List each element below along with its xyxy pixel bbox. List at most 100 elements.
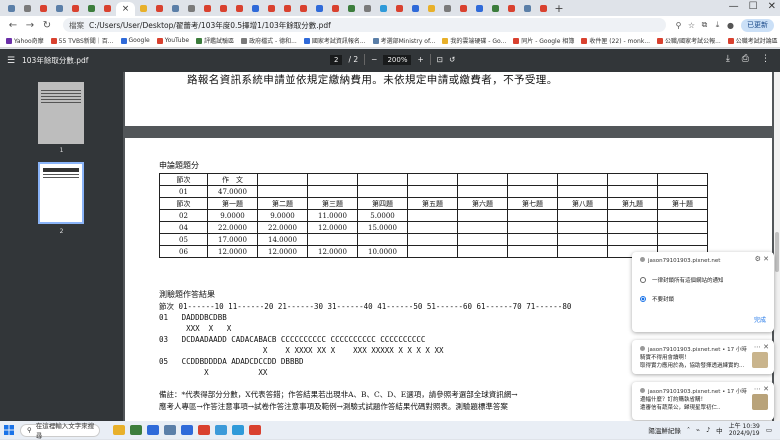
done-button[interactable]: 完成 [754,315,766,324]
zoom-input[interactable]: 200% [383,54,412,65]
bookmark-item[interactable]: 公職/國家考試公報... [657,36,721,45]
browser-tab[interactable] [360,2,375,15]
more-icon[interactable]: ⋯ [754,343,761,351]
taskbar-app-icon[interactable] [249,425,261,435]
browser-tab[interactable] [376,2,391,15]
browser-tab[interactable] [440,2,455,15]
browser-tab[interactable] [52,2,67,15]
browser-tab[interactable] [296,2,311,15]
scrollbar-thumb[interactable] [775,232,779,272]
bookmark-item[interactable]: 55 TVBS新聞｜百... [50,36,114,45]
notification-card[interactable]: jason79101903.pixnet.net • 17 小時 ⋯ ✕ 邊幅什… [632,382,774,420]
bookmark-item[interactable]: 同片 - Google 相簿 [513,36,574,45]
back-icon[interactable]: ← [6,20,20,31]
browser-tab[interactable] [488,2,503,15]
network-icon[interactable]: ⌁ [696,426,700,434]
taskbar-app-icon[interactable] [164,425,176,435]
star-icon[interactable]: ☆ [685,21,698,30]
browser-tab[interactable] [168,2,183,15]
bookmark-item[interactable]: 收件匣 (22) - monk... [581,36,650,45]
taskbar-search-input[interactable]: ⚲ 在這裡輸入文字來搜尋 [20,422,100,440]
browser-tab[interactable] [84,2,99,15]
close-tab-icon[interactable]: × [122,4,130,14]
taskbar-app-icon[interactable] [198,425,210,435]
ime-indicator[interactable]: 中 [716,425,723,435]
browser-tab[interactable] [408,2,423,15]
bookmark-item[interactable]: YouTube [156,37,189,44]
browser-tab[interactable] [20,2,35,15]
volume-icon[interactable]: ♪ [706,426,710,434]
zoom-out-button[interactable]: − [371,55,377,64]
gear-icon[interactable]: ⚙ [755,255,761,263]
taskbar-app-icon[interactable] [130,425,142,435]
block-all-option[interactable]: 一律封鎖所有這個網站的通知 [640,276,724,284]
download-pdf-icon[interactable]: ⤓ [726,54,730,64]
browser-tab[interactable] [248,2,263,15]
browser-tab[interactable] [312,2,327,15]
close-icon[interactable]: ✕ [763,343,769,351]
browser-tab[interactable] [136,2,151,15]
tray-label[interactable]: 陽溫鮮紀錄 [648,425,681,435]
close-window-icon[interactable]: ✕ [768,1,776,12]
chevron-up-icon[interactable]: ˄ [687,426,690,434]
profile-icon[interactable]: ● [724,21,737,30]
minimize-icon[interactable]: — [729,1,739,12]
more-icon[interactable]: ⋯ [754,385,761,393]
bookmark-item[interactable]: Google [120,37,150,44]
browser-tab[interactable] [264,2,279,15]
print-icon[interactable]: ⎙ [742,54,749,64]
update-button[interactable]: 已更新 [741,18,774,32]
bookmark-item[interactable]: 考選部Ministry of... [372,36,435,45]
zoom-in-button[interactable]: + [417,55,423,64]
more-options-icon[interactable]: ⋮ [761,54,770,64]
close-icon[interactable]: ✕ [763,255,769,263]
fit-page-icon[interactable]: ⊡ [437,55,443,64]
browser-tab[interactable] [536,2,551,15]
taskbar-app-icon[interactable] [215,425,227,435]
browser-tab[interactable] [504,2,519,15]
browser-tab[interactable] [216,2,231,15]
forward-icon[interactable]: → [23,20,37,31]
browser-tab[interactable] [152,2,167,15]
clock[interactable]: 上午 10:39 2024/9/19 [729,423,760,437]
radio-button-selected[interactable] [640,296,646,302]
extension-icon[interactable]: ⧉ [698,20,711,30]
bookmark-item[interactable]: 國家考試資訊報名... [303,36,366,45]
browser-tab[interactable] [424,2,439,15]
dont-block-option[interactable]: 不要封鎖 [640,295,674,303]
active-tab[interactable]: × [116,1,135,17]
taskbar-app-icon[interactable] [147,425,159,435]
bookmark-item[interactable]: Yahoo奇摩 [6,36,44,45]
vertical-scrollbar[interactable] [774,72,780,421]
browser-tab[interactable] [472,2,487,15]
notification-center-icon[interactable]: ▭ [766,426,772,434]
browser-tab[interactable] [184,2,199,15]
page-thumbnail-1[interactable] [38,82,84,144]
bookmark-item[interactable]: 政府檔式 - 德和... [241,36,297,45]
taskbar-app-icon[interactable] [232,425,244,435]
bookmark-item[interactable]: 我的雲端硬碟 - Go... [442,36,506,45]
browser-tab[interactable] [328,2,343,15]
new-tab-button[interactable]: + [552,2,566,15]
zoom-icon[interactable]: ⚲ [672,21,685,30]
address-bar[interactable]: 檔案 C:/Users/User/Desktop/翟蕾考/103年度0.5擇增1… [63,18,666,32]
browser-tab[interactable] [520,2,535,15]
browser-tab[interactable] [280,2,295,15]
browser-tab[interactable] [68,2,83,15]
radio-button[interactable] [640,277,646,283]
taskbar-app-icon[interactable] [181,425,193,435]
page-thumbnail-2[interactable] [38,162,84,224]
browser-tab[interactable] [36,2,51,15]
maximize-icon[interactable]: ☐ [749,1,758,12]
page-number-input[interactable]: 2 [330,54,343,65]
browser-tab[interactable] [200,2,215,15]
browser-tab[interactable] [392,2,407,15]
notification-card[interactable]: jason79101903.pixnet.net • 17 小時 ⋯ ✕ 騎實不… [632,340,774,374]
close-icon[interactable]: ✕ [763,385,769,393]
reload-icon[interactable]: ↻ [40,20,54,31]
taskbar-app-icon[interactable] [113,425,125,435]
browser-tab[interactable] [232,2,247,15]
bookmark-item[interactable]: 公職考試討論區 ... [727,36,780,45]
browser-tab[interactable] [456,2,471,15]
bookmark-item[interactable]: 評鑑試驗區 [196,36,234,45]
